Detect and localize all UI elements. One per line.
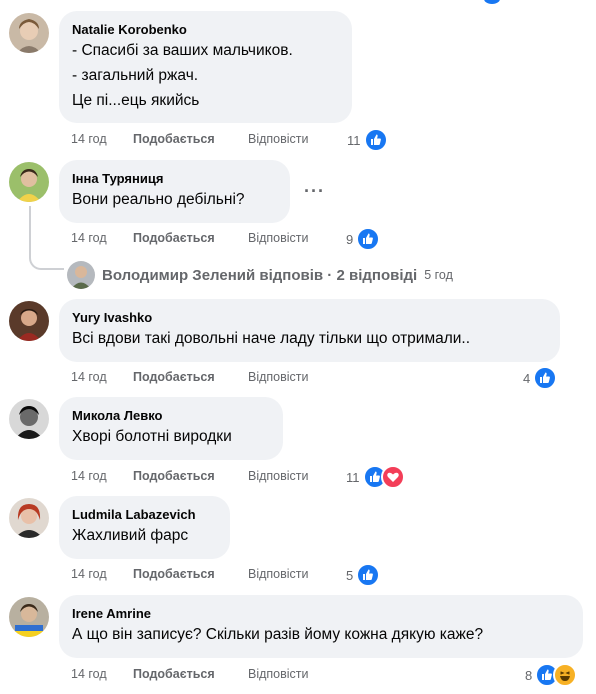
comment-author[interactable]: Ludmila Labazevich [72, 506, 218, 523]
avatar [67, 261, 95, 289]
comment-text-line: Всі вдови такі довольні наче ладу тільки… [72, 330, 471, 347]
comment-timestamp[interactable]: 14 год [71, 231, 107, 245]
comment-text-line: - Спасибі за ваших мальчиков. [72, 42, 293, 59]
reaction-count: 11 [347, 132, 361, 148]
avatar[interactable] [9, 498, 49, 538]
reply-thread-line [29, 206, 64, 270]
avatar[interactable] [9, 399, 49, 439]
comment-bubble: Irene Amrine А що він записує? Скільки р… [59, 595, 583, 658]
reply-button[interactable]: Відповісти [248, 667, 309, 681]
comment-meta: 14 год Подобається Відповісти [71, 567, 309, 581]
reaction-count: 9 [346, 231, 354, 247]
like-button[interactable]: Подобається [133, 567, 215, 581]
comment-timestamp[interactable]: 14 год [71, 469, 107, 483]
avatar[interactable] [9, 597, 49, 637]
comment-meta: 14 год Подобається Відповісти [71, 469, 309, 483]
comment-timestamp[interactable]: 14 год [71, 132, 107, 146]
like-reaction-icon [363, 128, 388, 152]
haha-reaction-icon [553, 663, 578, 687]
comment-bubble: Natalie Korobenko - Спасибі за ваших мал… [59, 11, 352, 123]
comment-timestamp[interactable]: 14 год [71, 667, 107, 681]
reaction-summary[interactable]: 8 [525, 663, 578, 687]
comment-meta: 14 год Подобається Відповісти [71, 231, 309, 245]
like-button[interactable]: Подобається [133, 469, 215, 483]
comment-timestamp[interactable]: 14 год [71, 567, 107, 581]
reaction-count: 5 [346, 567, 354, 583]
comment-meta: 14 год Подобається Відповісти [71, 132, 309, 146]
comment-author[interactable]: Irene Amrine [72, 605, 571, 622]
comment-text-line: Хворі болотні виродки [72, 428, 232, 445]
comment-text-line: Вони реально дебільні? [72, 191, 245, 208]
reaction-count: 11 [346, 469, 360, 485]
comment-author[interactable]: Natalie Korobenko [72, 21, 340, 38]
like-reaction-icon [533, 366, 558, 390]
reaction-count: 4 [523, 370, 531, 386]
reaction-count: 8 [525, 667, 533, 683]
comment-text-line: - загальний ржач. [72, 67, 199, 84]
view-replies-link[interactable]: Володимир Зелений відповів · 2 відповіді… [67, 261, 453, 289]
comment-meta: 14 год Подобається Відповісти [71, 667, 309, 681]
replies-summary[interactable]: Володимир Зелений відповів · 2 відповіді [102, 267, 417, 284]
reaction-icon-partial [484, 0, 500, 4]
like-button[interactable]: Подобається [133, 231, 215, 245]
comment-bubble: Микола Левко Хворі болотні виродки [59, 397, 283, 460]
replies-timestamp: 5 год [424, 268, 453, 282]
comment-bubble: Ludmila Labazevich Жахливий фарс [59, 496, 230, 559]
reaction-summary[interactable]: 11 [347, 128, 388, 152]
comment-text-line: Це пі...ець якийсь [72, 92, 200, 109]
reaction-summary[interactable]: 11 [346, 465, 405, 489]
reaction-summary[interactable]: 9 [346, 227, 381, 251]
avatar[interactable] [9, 162, 49, 202]
avatar[interactable] [9, 301, 49, 341]
comment-text-line: Жахливий фарс [72, 527, 189, 544]
comment-meta: 14 год Подобається Відповісти [71, 370, 309, 384]
love-reaction-icon [380, 465, 405, 489]
comment-timestamp[interactable]: 14 год [71, 370, 107, 384]
comment-text-line: А що він записує? Скільки разів йому кож… [72, 626, 484, 643]
like-button[interactable]: Подобається [133, 370, 215, 384]
like-button[interactable]: Подобається [133, 132, 215, 146]
more-options-icon[interactable]: ··· [304, 181, 325, 202]
like-button[interactable]: Подобається [133, 667, 215, 681]
comment-bubble: Інна Туряниця Вони реально дебільні? [59, 160, 290, 223]
avatar[interactable] [9, 13, 49, 53]
like-reaction-icon [356, 563, 381, 587]
reply-button[interactable]: Відповісти [248, 231, 309, 245]
comment-bubble: Yury Ivashko Всі вдови такі довольні нач… [59, 299, 560, 362]
reply-button[interactable]: Відповісти [248, 567, 309, 581]
comment-author[interactable]: Микола Левко [72, 407, 271, 424]
reply-button[interactable]: Відповісти [248, 469, 309, 483]
reply-button[interactable]: Відповісти [248, 132, 309, 146]
comment-author[interactable]: Yury Ivashko [72, 309, 548, 326]
comment-author[interactable]: Інна Туряниця [72, 170, 278, 187]
reaction-summary[interactable]: 4 [523, 366, 558, 390]
reply-button[interactable]: Відповісти [248, 370, 309, 384]
like-reaction-icon [356, 227, 381, 251]
reaction-summary[interactable]: 5 [346, 563, 381, 587]
